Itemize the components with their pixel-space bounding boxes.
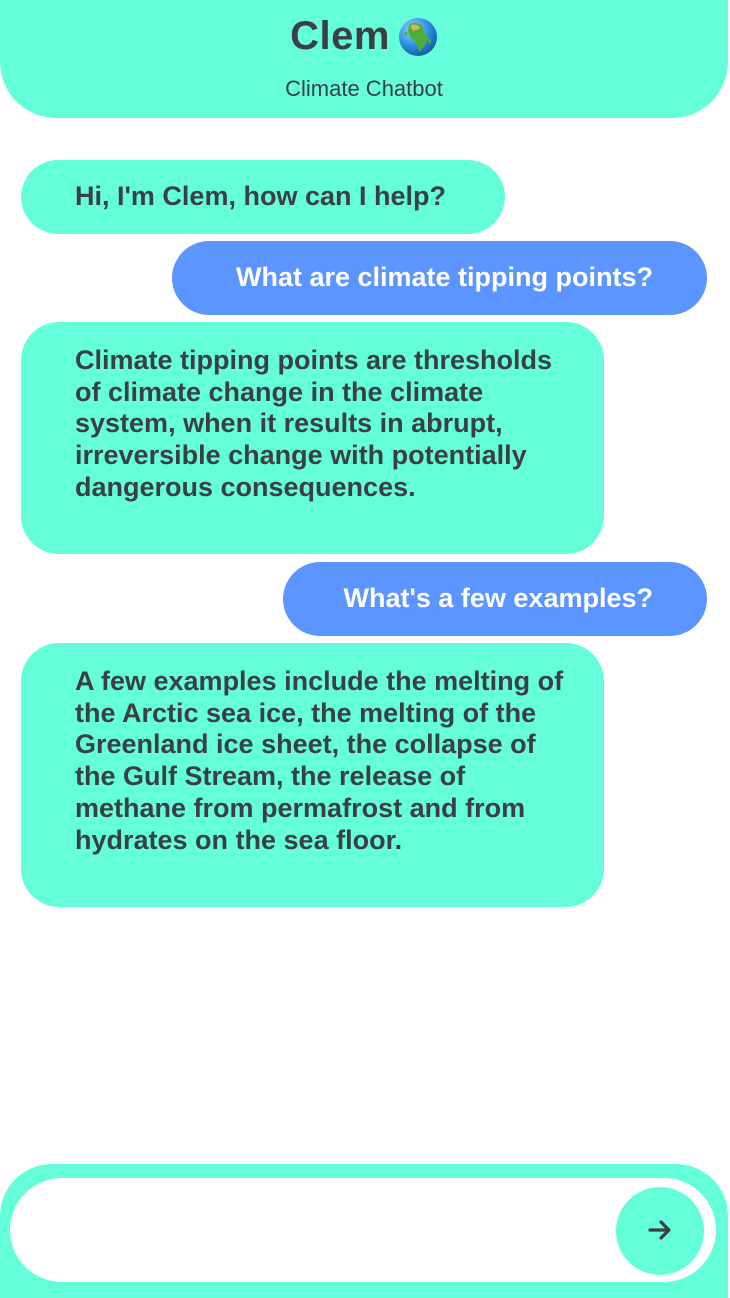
- user-message: What are climate tipping points?: [172, 241, 707, 315]
- bot-message: A few examples include the melting of th…: [21, 643, 604, 907]
- composer-bar: [0, 1164, 728, 1298]
- message-input[interactable]: [40, 1200, 600, 1260]
- arrow-right-icon: [645, 1215, 675, 1248]
- app-subtitle: Climate Chatbot: [285, 76, 443, 101]
- chat-header: Clem Climate Chatbot: [0, 0, 728, 118]
- bot-message: Hi, I'm Clem, how can I help?: [21, 160, 505, 234]
- send-button[interactable]: [616, 1187, 704, 1275]
- chat-app: Clem Climate Chatbot Hi, I'm Clem, how c…: [0, 0, 730, 1298]
- user-message: What's a few examples?: [283, 562, 707, 636]
- globe-icon: [398, 17, 438, 57]
- composer-input-wrapper: [10, 1178, 716, 1282]
- app-title: Clem: [290, 14, 390, 58]
- bot-message: Climate tipping points are thresholds of…: [21, 322, 604, 554]
- title-row: Clem: [0, 14, 728, 59]
